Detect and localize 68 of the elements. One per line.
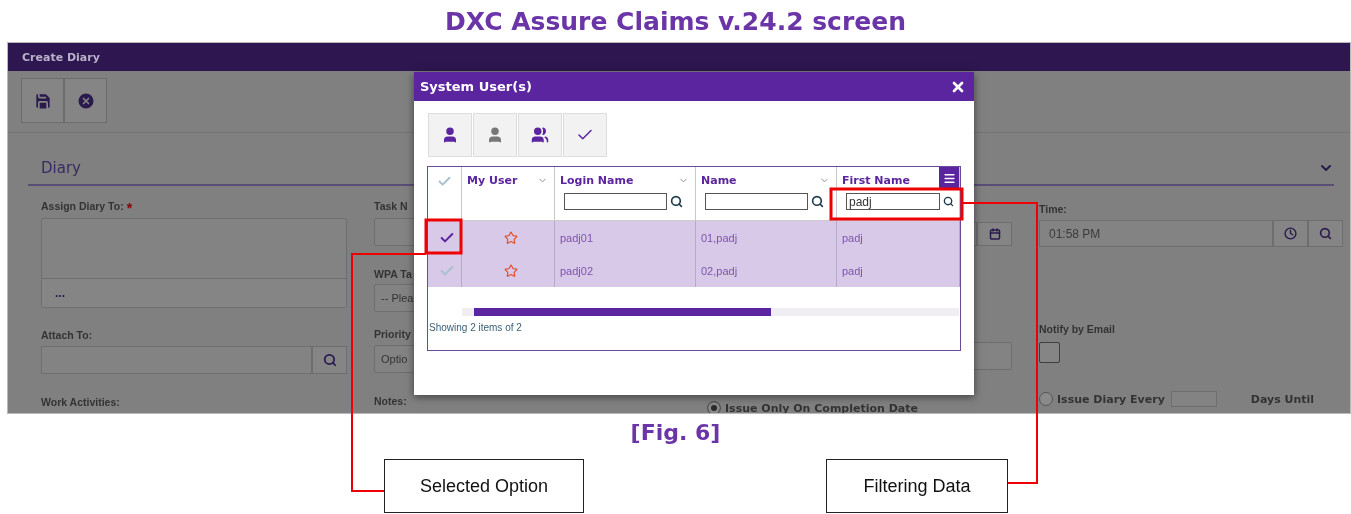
field-label: Work Activities:	[41, 396, 120, 410]
field-label: Attach To:	[41, 329, 93, 343]
calendar-button[interactable]	[977, 222, 1012, 246]
table-row[interactable]: padj01 01,padj padj	[428, 221, 960, 254]
field-label: Notes:	[374, 395, 407, 409]
field-label: Days Until	[1250, 392, 1315, 406]
section-title: Diary	[41, 158, 81, 177]
highlight-frame	[424, 218, 463, 255]
search-button[interactable]	[1308, 220, 1343, 247]
column-header[interactable]: First Name padj	[837, 167, 960, 220]
field-label: Notify by Email	[1039, 323, 1115, 337]
filter-field[interactable]: padj	[846, 193, 940, 210]
table-cell: padj01	[560, 231, 594, 244]
column-header[interactable]: Name	[696, 167, 837, 220]
clock-icon	[1284, 227, 1297, 240]
required-asterisk: *	[126, 200, 133, 216]
field-label: WPA Ta	[374, 268, 412, 282]
callout-label: Selected Option	[384, 459, 584, 513]
table-cell: 02,padj	[701, 264, 738, 277]
radio-option[interactable]: Issue Only On Completion Date	[707, 401, 1012, 413]
field-label: Assign Diary To:	[41, 200, 124, 214]
close-icon	[75, 90, 96, 111]
user-button[interactable]	[473, 113, 517, 157]
calendar-icon	[988, 228, 1001, 240]
user-button[interactable]	[428, 113, 472, 157]
field-label: Priority	[374, 328, 411, 342]
search-icon[interactable]	[811, 195, 824, 208]
field-label: Task N	[374, 200, 408, 214]
search-icon[interactable]	[943, 195, 954, 208]
users-button[interactable]	[518, 113, 562, 157]
scroll-bar[interactable]	[462, 308, 959, 316]
table-cell: padj02	[560, 264, 594, 277]
save-button[interactable]	[21, 78, 64, 123]
filter-field[interactable]	[564, 193, 667, 210]
select-all-check-icon[interactable]	[437, 174, 452, 189]
menu-icon	[942, 171, 956, 185]
search-icon	[322, 353, 337, 367]
column-header[interactable]: Login Name	[555, 167, 696, 220]
more-button[interactable]: ...	[42, 278, 346, 307]
search-icon[interactable]	[670, 195, 683, 208]
search-button[interactable]	[312, 346, 347, 374]
search-icon	[1319, 227, 1332, 240]
person-icon	[486, 126, 504, 144]
table-row[interactable]: padj02 02,padj padj	[428, 254, 960, 287]
figure-caption: [Fig. 6]	[630, 419, 721, 445]
check-button[interactable]	[563, 113, 607, 157]
table-cell: padj	[842, 231, 863, 244]
star-icon[interactable]	[503, 230, 518, 245]
dialog-title: System User(s)	[420, 79, 532, 94]
page-title: Create Diary	[22, 50, 100, 64]
figure-title: DXC Assure Claims v.24.2 screen	[445, 6, 906, 36]
clock-button[interactable]	[1273, 220, 1308, 247]
callout-label: Filtering Data	[826, 459, 1008, 513]
person-icon	[441, 126, 459, 144]
assign-list-field[interactable]: ...	[41, 218, 347, 308]
time-field[interactable]: 01:58 PM	[1039, 220, 1273, 247]
table-cell: 01,padj	[701, 231, 738, 244]
table-cell: padj	[842, 264, 863, 277]
column-header[interactable]: My User	[462, 167, 555, 220]
column-menu-button[interactable]	[939, 167, 959, 189]
star-icon[interactable]	[503, 263, 518, 278]
radio-option[interactable]: Issue Diary Every	[1039, 392, 1165, 406]
cancel-button[interactable]	[64, 78, 107, 123]
people-icon	[531, 126, 549, 144]
field-label: Time:	[1039, 203, 1067, 217]
notify-checkbox[interactable]	[1039, 342, 1060, 363]
item-count: Showing 2 items of 2	[429, 322, 523, 333]
filter-field[interactable]	[705, 193, 808, 210]
